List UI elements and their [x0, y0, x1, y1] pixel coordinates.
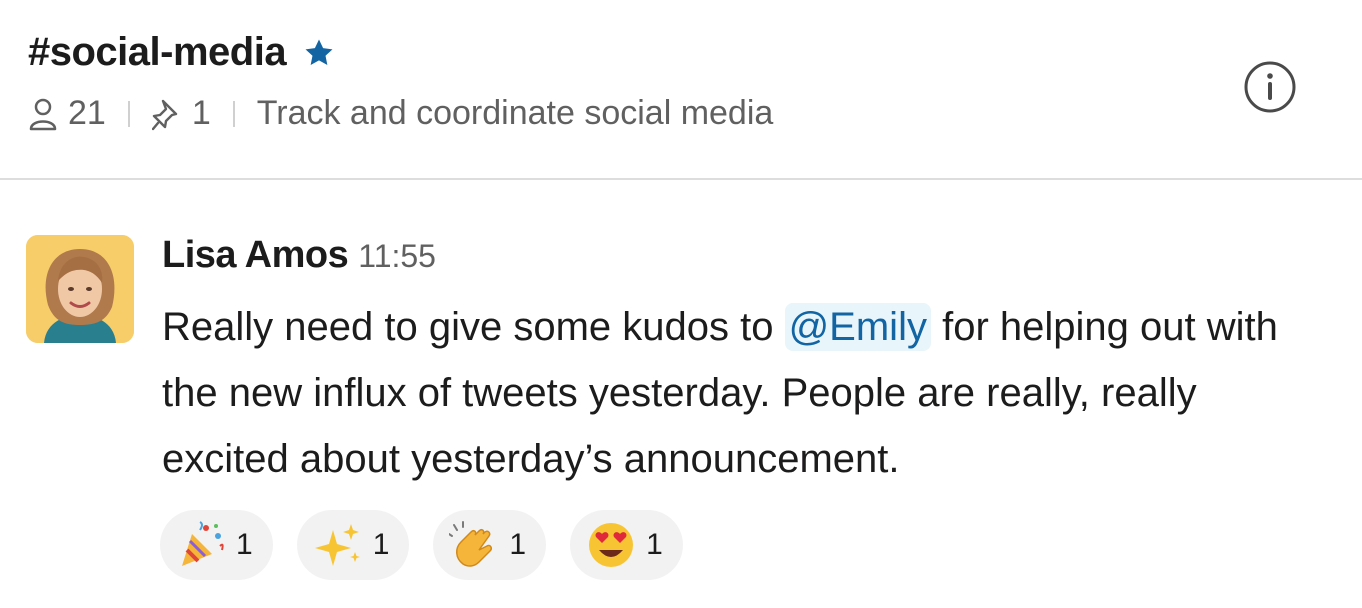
star-icon[interactable] — [302, 36, 336, 70]
divider — [127, 100, 130, 127]
channel-meta: 21 1 Track and coordinate social media — [28, 94, 773, 133]
reaction-count: 1 — [372, 528, 390, 561]
reaction-heart-eyes[interactable]: 1 — [570, 510, 683, 580]
party-popper-icon — [182, 521, 224, 566]
reaction-clapping-hands[interactable]: 1 — [433, 510, 547, 580]
user-mention[interactable]: @Emily — [784, 303, 931, 351]
clapping-hands-icon — [449, 521, 493, 567]
reaction-count: 1 — [509, 528, 527, 561]
channel-title-row: #social-media — [28, 30, 336, 75]
member-count-button[interactable]: 21 — [28, 94, 106, 133]
heart-eyes-icon — [589, 523, 634, 567]
avatar[interactable] — [26, 235, 134, 343]
channel-topic[interactable]: Track and coordinate social media — [257, 94, 774, 133]
reaction-sparkles[interactable]: 1 — [296, 510, 410, 580]
reaction-count: 1 — [646, 528, 663, 561]
pinned-count: 1 — [191, 94, 211, 132]
reaction-party-popper[interactable]: 1 — [160, 510, 273, 580]
message: Lisa Amos 11:55 Really need to give some… — [0, 182, 1362, 608]
channel-header: #social-media 21 1 Track and coordinate … — [0, 0, 1362, 180]
person-icon — [29, 98, 57, 130]
divider — [232, 100, 235, 127]
message-text: Really need to give some kudos to @Emily… — [162, 294, 1312, 492]
reactions: 1 1 1 1 — [160, 510, 707, 580]
sparkles-icon — [314, 524, 360, 566]
message-text-start: Really need to give some kudos to — [162, 305, 785, 349]
info-icon[interactable] — [1243, 60, 1297, 114]
channel-name[interactable]: #social-media — [28, 30, 287, 75]
pinned-button[interactable]: 1 — [151, 94, 211, 133]
member-count: 21 — [68, 94, 106, 132]
author-name[interactable]: Lisa Amos — [162, 234, 349, 277]
message-header: Lisa Amos 11:55 — [162, 234, 436, 277]
avatar-portrait — [26, 235, 134, 343]
reaction-count: 1 — [236, 528, 253, 561]
pin-icon — [151, 99, 178, 130]
timestamp[interactable]: 11:55 — [358, 238, 436, 275]
